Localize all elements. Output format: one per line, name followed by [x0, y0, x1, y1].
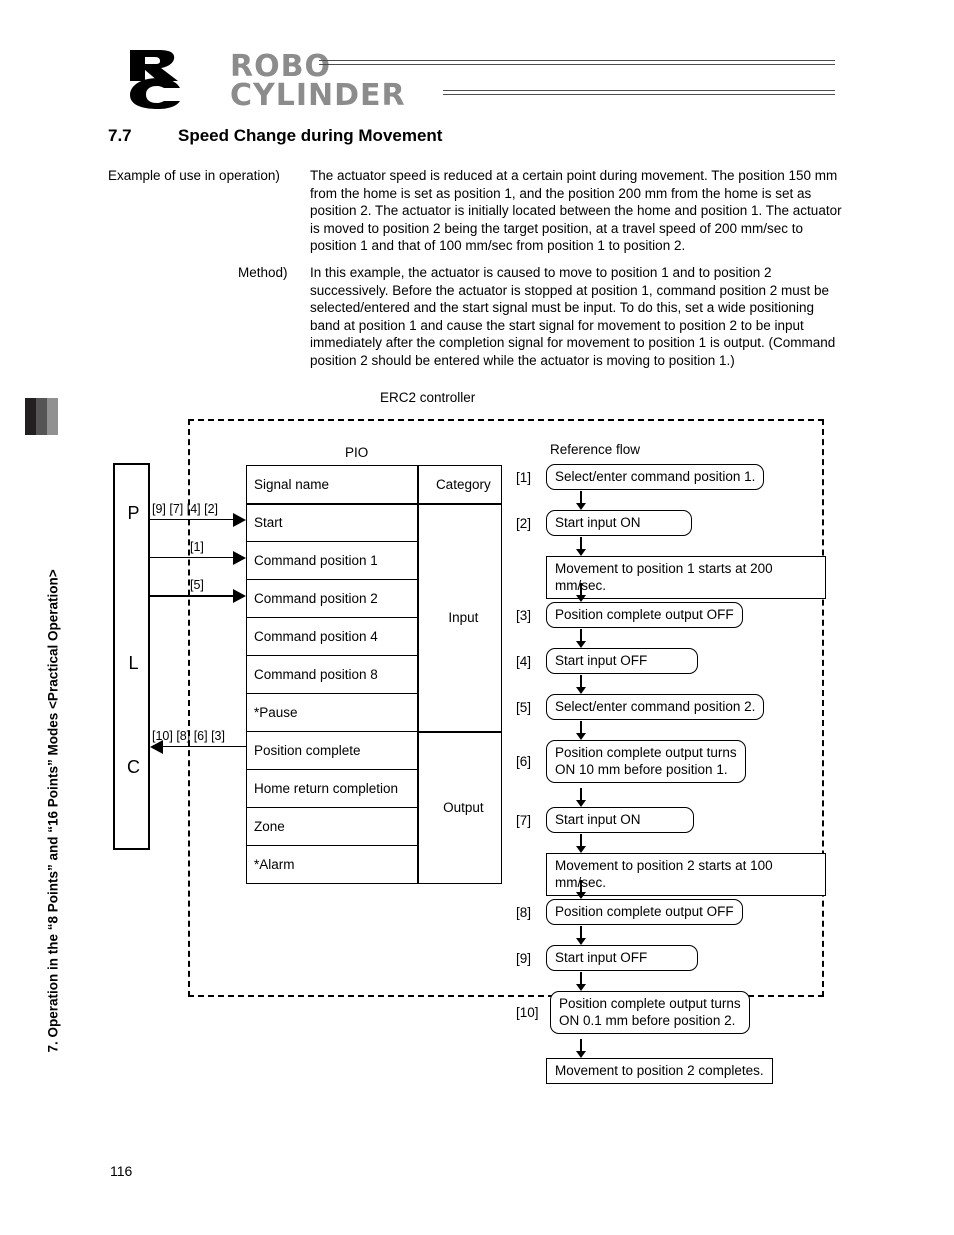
flow-step-4-index: [4] [516, 653, 532, 669]
page-header: ROBO CYLINDER [0, 0, 954, 115]
flow-statement-move-complete: Movement to position 2 completes. [546, 1058, 773, 1084]
flow-step-6-index: [6] [516, 754, 532, 769]
flow-step-5: [5] Select/enter command position 2. [516, 694, 765, 720]
flow-step-7-index: [7] [516, 812, 532, 828]
plc-letter-l: L [128, 653, 139, 673]
flow-step-5-index: [5] [516, 699, 532, 715]
flow-step-2-box: Start input ON [546, 510, 692, 536]
signal-position-complete: Position complete [245, 731, 419, 770]
signal-arrow-command-position-2: [5] [150, 578, 246, 603]
flow-step-5-box: Select/enter command position 2. [546, 694, 765, 720]
signal-zone: Zone [245, 807, 419, 846]
flow-step-3-index: [3] [516, 607, 532, 623]
pio-signal-table: Signal name Category Start Input Command… [245, 465, 502, 884]
flow-step-9-box: Start input OFF [546, 945, 698, 971]
flow-step-8: [8] Position complete output OFF [516, 899, 743, 925]
signal-arrow-start-label: [9] [7] [4] [2] [152, 502, 219, 516]
category-input: Input [416, 503, 502, 733]
paragraph-label-example: Example of use in operation) [108, 168, 280, 183]
flow-statement-move-complete-box: Movement to position 2 completes. [546, 1058, 773, 1084]
signal-command-position-2: Command position 2 [245, 579, 419, 618]
table-header-row: Signal name Category [245, 465, 502, 505]
signal-command-position-1: Command position 1 [245, 541, 419, 580]
signal-arrow-start: [9] [7] [4] [2] [150, 502, 246, 527]
flow-step-10-box: Position complete output turns ON 0.1 mm… [550, 991, 750, 1034]
header-signal-name: Signal name [245, 465, 419, 505]
flow-step-2: [2] Start input ON [516, 510, 692, 536]
paragraph-label-method: Method) [238, 265, 288, 280]
page-number: 116 [110, 1163, 133, 1179]
flow-step-3-box: Position complete output OFF [546, 602, 743, 628]
header-rule-top [319, 60, 835, 65]
signal-command-position-8: Command position 8 [245, 655, 419, 694]
flow-step-7-box: Start input ON [546, 807, 694, 833]
flow-step-10-index: [10] [516, 1005, 539, 1020]
flow-statement-move-position-2: Movement to position 2 starts at 100 mm/… [546, 853, 826, 896]
paragraph-body-method: In this example, the actuator is caused … [310, 265, 836, 368]
flow-step-4: [4] Start input OFF [516, 648, 698, 674]
flow-step-9: [9] Start input OFF [516, 945, 698, 971]
flow-step-8-index: [8] [516, 904, 532, 920]
signal-arrow-position-complete: [10] [8] [6] [3] [150, 729, 246, 754]
flow-step-2-index: [2] [516, 515, 532, 531]
robo-cylinder-logo-icon [128, 48, 236, 110]
section-number: 7.7 [108, 126, 132, 145]
flow-statement-move-position-1-box: Movement to position 1 starts at 200 mm/… [546, 556, 826, 599]
signal-alarm: *Alarm [245, 845, 419, 884]
plc-letter-c: C [127, 757, 140, 777]
plc-block: P L C [113, 463, 150, 850]
flow-step-8-box: Position complete output OFF [546, 899, 743, 925]
flow-step-7: [7] Start input ON [516, 807, 694, 833]
signal-arrow-command-position-2-label: [5] [190, 578, 204, 592]
table-row: Position complete Output [245, 731, 502, 884]
reference-flow-label: Reference flow [550, 442, 641, 457]
category-output: Output [416, 731, 502, 884]
flow-step-4-box: Start input OFF [546, 648, 698, 674]
signal-arrow-position-complete-label: [10] [8] [6] [3] [152, 729, 225, 743]
flow-step-1: [1] Select/enter command position 1. [516, 464, 765, 490]
signal-command-position-4: Command position 4 [245, 617, 419, 656]
signal-start: Start [245, 503, 419, 542]
signal-arrow-command-position-1: [1] [150, 540, 246, 565]
flow-step-6-box: Position complete output turns ON 10 mm … [546, 740, 746, 783]
flow-statement-move-position-1: Movement to position 1 starts at 200 mm/… [546, 556, 826, 599]
paragraph-body-example: The actuator speed is reduced at a certa… [310, 168, 842, 254]
signal-home-return-completion: Home return completion [245, 769, 419, 808]
signal-arrow-command-position-1-label: [1] [190, 540, 204, 554]
plc-letter-p: P [127, 503, 140, 523]
flow-step-1-index: [1] [516, 469, 532, 485]
section-title-text: Speed Change during Movement [178, 126, 443, 145]
pio-label: PIO [345, 445, 369, 460]
controller-label: ERC2 controller [380, 390, 476, 405]
logo-word-cylinder: CYLINDER [230, 78, 406, 113]
flow-statement-move-position-2-box: Movement to position 2 starts at 100 mm/… [546, 853, 826, 896]
header-rule-bottom [443, 90, 835, 95]
table-row: Start Input [245, 503, 502, 733]
logo-word-robo: ROBO [230, 49, 331, 84]
header-category: Category [416, 465, 502, 505]
flow-step-6: [6] Position complete output turns ON 10… [516, 740, 746, 783]
flow-step-1-box: Select/enter command position 1. [546, 464, 765, 490]
signal-pause: *Pause [245, 693, 419, 732]
page-title: 7.7 Speed Change during Movement [108, 126, 808, 152]
flow-step-9-index: [9] [516, 950, 532, 966]
flow-step-3: [3] Position complete output OFF [516, 602, 743, 628]
operation-diagram: ERC2 controller PIO Reference flow P L C… [0, 380, 954, 1084]
flow-step-10: [10] Position complete output turns ON 0… [516, 991, 750, 1034]
